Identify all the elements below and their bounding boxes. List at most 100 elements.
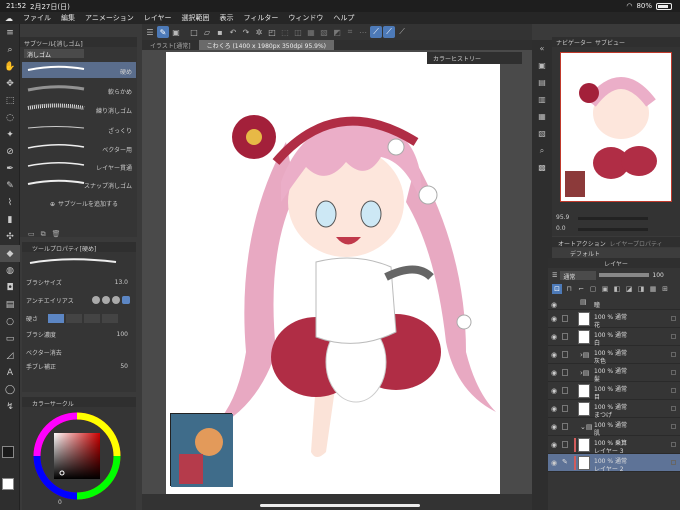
auto-action-set[interactable]: デフォルト — [552, 248, 680, 258]
auto-action-title[interactable]: オートアクション — [558, 241, 606, 248]
animation-icon[interactable]: ▩ — [532, 159, 552, 176]
color-icon[interactable]: ◨ — [636, 284, 646, 294]
aa-strong-button[interactable] — [122, 296, 130, 304]
eraser-tool-icon[interactable]: ◆ — [0, 245, 20, 262]
draft-icon[interactable]: ⌐ — [576, 284, 586, 294]
menu-edit[interactable]: 編集 — [56, 13, 80, 23]
layer-row[interactable]: ◉ ⌄▤ 100 % 通常 肌 — [548, 418, 680, 437]
menu-help[interactable]: ヘルプ — [328, 13, 359, 23]
pen-mode-icon[interactable]: ✎ — [157, 26, 169, 38]
layer-row[interactable]: ◉ ▤ 瞳 — [548, 296, 680, 310]
tab-kowakuro[interactable]: こわくろ (1400 x 1980px 350dpi 95.9%) — [198, 40, 335, 50]
zoom-tool-icon[interactable]: ⌕ — [0, 41, 20, 58]
menu-view[interactable]: 表示 — [215, 13, 239, 23]
hand-tool-icon[interactable]: ✋ — [0, 58, 20, 75]
rotate-value[interactable]: 0.0 — [556, 225, 566, 232]
opacity-slider[interactable] — [599, 273, 650, 277]
menu-layer[interactable]: レイヤー — [139, 13, 177, 23]
open-icon[interactable]: ▱ — [201, 26, 213, 38]
balloon-tool-icon[interactable]: ◯ — [0, 381, 20, 398]
lock-alpha-icon[interactable]: ▣ — [600, 284, 610, 294]
reference-icon[interactable]: ⊓ — [564, 284, 574, 294]
clip-icon[interactable]: ⊡ — [552, 284, 562, 294]
blend-tool-icon[interactable]: ◍ — [0, 262, 20, 279]
subtool-item-snap[interactable]: スナップ消しゴム — [22, 176, 136, 192]
layer-row-selected[interactable]: ◉ ✎ 100 % 通常 レイヤー 2 — [548, 454, 680, 473]
undo-icon[interactable]: ↶ — [227, 26, 239, 38]
settings-icon[interactable]: ▭ — [28, 230, 35, 238]
eye-icon[interactable]: ◉ — [551, 351, 557, 359]
text-tool-icon[interactable]: A — [0, 364, 20, 381]
eye-icon[interactable]: ◉ — [551, 333, 557, 341]
merge-icon[interactable]: ▦ — [648, 284, 658, 294]
brush-tool-icon[interactable]: ⌇ — [0, 194, 20, 211]
menu-icon[interactable]: ☰ — [552, 272, 557, 279]
snap-icon[interactable]: ⋯ — [357, 26, 369, 38]
foreground-color-swatch[interactable] — [2, 446, 14, 458]
select-all-icon[interactable]: ▦ — [305, 26, 317, 38]
menu-window[interactable]: ウィンドウ — [283, 13, 328, 23]
subtool-item-kneaded[interactable]: 練り消しゴム — [22, 101, 136, 117]
ruler-tool-icon[interactable]: ◿ — [0, 347, 20, 364]
transform-icon[interactable]: ⬚ — [279, 26, 291, 38]
deselect-icon[interactable]: ▧ — [318, 26, 330, 38]
new-icon[interactable]: □ — [188, 26, 200, 38]
lasso-tool-icon[interactable]: ◌ — [0, 109, 20, 126]
ruler-icon[interactable]: ◪ — [624, 284, 634, 294]
duplicate-icon[interactable]: ⧉ — [41, 230, 46, 239]
shape-tool-icon[interactable]: ○ — [0, 313, 20, 330]
correct-line-tool-icon[interactable]: ↯ — [0, 398, 20, 415]
mask-icon[interactable]: ◧ — [612, 284, 622, 294]
collapse-icon[interactable]: « — [532, 40, 552, 57]
move-tool-icon[interactable]: ✥ — [0, 75, 20, 92]
deco-tool-icon[interactable]: ✣ — [0, 228, 20, 245]
fill-icon[interactable]: ◫ — [292, 26, 304, 38]
aa-none-button[interactable] — [92, 296, 100, 304]
subtool-item-soft[interactable]: 軟らかめ — [22, 82, 136, 98]
menu-filter[interactable]: フィルター — [239, 13, 284, 23]
zoom-slider[interactable] — [578, 217, 648, 220]
navigator-preview[interactable] — [560, 52, 672, 202]
material-icon[interactable]: ▦ — [532, 108, 552, 125]
info-icon[interactable]: ▥ — [532, 91, 552, 108]
frame-tool-icon[interactable]: ▭ — [0, 330, 20, 347]
background-color-swatch[interactable] — [2, 478, 14, 490]
menu-icon[interactable]: ≡ — [0, 24, 20, 41]
blend-mode-select[interactable]: 通常 — [560, 270, 597, 281]
color-history-panel[interactable]: カラーヒストリー — [427, 52, 522, 64]
search-icon[interactable]: ⌕ — [532, 142, 552, 159]
layer-row[interactable]: ◉ ›▤ 100 % 通常 灰色 — [548, 346, 680, 365]
aa-weak-button[interactable] — [102, 296, 110, 304]
eye-icon[interactable]: ◉ — [551, 441, 557, 449]
subtool-tab-eraser[interactable]: 消しゴム — [24, 49, 84, 59]
pencil-tool-icon[interactable]: ✎ — [0, 177, 20, 194]
navigator-title[interactable]: ナビゲーター — [556, 38, 592, 47]
menu-list-icon[interactable]: ☰ — [144, 26, 156, 38]
eye-icon[interactable]: ◉ — [551, 405, 557, 413]
layer-row[interactable]: ◉ 100 % 通常 目 — [548, 382, 680, 401]
subview-icon[interactable]: ▤ — [532, 74, 552, 91]
rotate-slider[interactable] — [578, 228, 648, 231]
invert-icon[interactable]: ◩ — [331, 26, 343, 38]
history-icon[interactable]: ▧ — [532, 125, 552, 142]
eyedropper-tool-icon[interactable]: ⊘ — [0, 143, 20, 160]
layer-row[interactable]: ◉ ›▤ 100 % 通常 髪 — [548, 364, 680, 383]
antialias-row[interactable]: アンチエイリアス — [26, 296, 132, 306]
hardness-row[interactable]: 硬さ — [26, 314, 132, 324]
clear-icon[interactable]: ◰ — [266, 26, 278, 38]
eye-icon[interactable]: ◉ — [551, 459, 557, 467]
menu-selection[interactable]: 選択範囲 — [177, 13, 215, 23]
wand-tool-icon[interactable]: ✦ — [0, 126, 20, 143]
snap-special-icon[interactable]: ⟋ — [383, 26, 395, 38]
app-logo-icon[interactable]: ☁ — [0, 14, 18, 23]
select-tool-icon[interactable]: ⬚ — [0, 92, 20, 109]
stabilizer-row[interactable]: 手ブレ補正 50 — [26, 362, 132, 372]
snap-grid-icon[interactable]: ⟋ — [396, 26, 408, 38]
menu-file[interactable]: ファイル — [18, 13, 56, 23]
delete-icon[interactable]: 🗑 — [52, 230, 61, 238]
density-row[interactable]: ブラシ濃度 100 — [26, 330, 132, 340]
eye-icon[interactable]: ◉ — [551, 423, 557, 431]
redo-icon[interactable]: ↷ — [240, 26, 252, 38]
new-layer-icon[interactable]: ⊞ — [660, 284, 670, 294]
opacity-value[interactable]: 100 — [652, 272, 663, 279]
